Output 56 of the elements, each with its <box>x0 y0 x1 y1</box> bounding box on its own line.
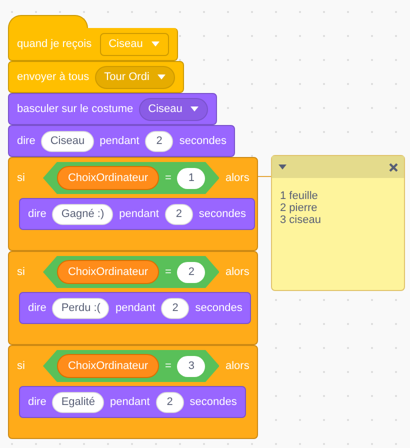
block-label: si <box>17 358 25 374</box>
if-block[interactable]: si ChoixOrdinateur = 2 alors dire Perdu :( pendant 2 secondes <box>8 251 258 345</box>
block-label: secondes <box>179 134 226 149</box>
block-label: pendant <box>100 134 140 149</box>
caret-icon <box>150 41 160 47</box>
operator-label: = <box>165 264 172 280</box>
block-label: si <box>17 170 25 186</box>
block-label: secondes <box>198 206 246 222</box>
block-label: alors <box>225 264 250 280</box>
comment-text: 3 ciseau <box>280 214 322 226</box>
collapse-icon[interactable] <box>278 164 287 170</box>
text-input[interactable]: 2 <box>161 298 190 318</box>
block-label: basculer sur le costume <box>17 102 134 117</box>
block-label: envoyer à tous <box>17 70 90 85</box>
if-block[interactable]: si ChoixOrdinateur = 3 alors dire Egalité pendant 2 secondes <box>8 345 258 439</box>
block-label: secondes <box>190 394 237 410</box>
block-label: pendant <box>119 206 159 222</box>
comment-note[interactable]: 1 feuille 2 pierre 3 ciseau <box>271 155 405 291</box>
text-input[interactable]: 2 <box>145 130 174 152</box>
condition-block[interactable]: ChoixOrdinateur = 1 <box>42 162 220 194</box>
number-input[interactable]: 3 <box>177 356 206 376</box>
text-input[interactable]: 2 <box>156 392 184 412</box>
block-label: dire <box>28 206 46 222</box>
command-block[interactable]: dire Ciseau pendant 2 secondes <box>8 125 236 157</box>
block-label: pendant <box>115 300 156 316</box>
number-input[interactable]: 1 <box>177 168 206 188</box>
number-input[interactable]: 2 <box>177 262 206 282</box>
comment-text: 2 pierre <box>280 202 318 214</box>
text-input[interactable]: Ciseau <box>41 130 94 152</box>
comment-text: 1 feuille <box>280 190 319 202</box>
command-block[interactable]: dire Perdu :( pendant 2 secondes <box>19 292 252 324</box>
if-block[interactable]: si ChoixOrdinateur = 1 alors dire Gagné :) pendant 2 secondes <box>8 157 258 251</box>
block-label: alors <box>225 358 250 374</box>
text-input[interactable]: Perdu :( <box>52 298 110 318</box>
caret-icon <box>157 74 166 80</box>
condition-block[interactable]: ChoixOrdinateur = 2 <box>42 256 220 288</box>
block-label: pendant <box>110 394 150 410</box>
command-block[interactable]: dire Gagné :) pendant 2 secondes <box>19 198 256 230</box>
text-input[interactable]: Gagné :) <box>52 204 114 224</box>
command-block[interactable]: basculer sur le costume Ciseau <box>8 93 218 125</box>
dropdown-menu[interactable]: Ciseau <box>139 98 208 120</box>
close-icon[interactable] <box>389 162 398 172</box>
text-input[interactable]: 2 <box>164 204 193 224</box>
condition-block[interactable]: ChoixOrdinateur = 3 <box>42 350 220 382</box>
block-label: si <box>17 264 25 280</box>
block-label: dire <box>17 134 36 149</box>
operator-label: = <box>165 358 172 374</box>
block-label: dire <box>28 300 46 316</box>
block-label: quand je reçois <box>17 36 92 52</box>
text-input[interactable]: Egalité <box>52 392 104 412</box>
caret-icon <box>190 106 200 112</box>
command-block[interactable]: dire Egalité pendant 2 secondes <box>19 386 246 418</box>
operator-label: = <box>165 170 172 186</box>
block-label: alors <box>225 170 250 186</box>
block-label: dire <box>28 394 46 410</box>
block-label: secondes <box>195 300 242 316</box>
